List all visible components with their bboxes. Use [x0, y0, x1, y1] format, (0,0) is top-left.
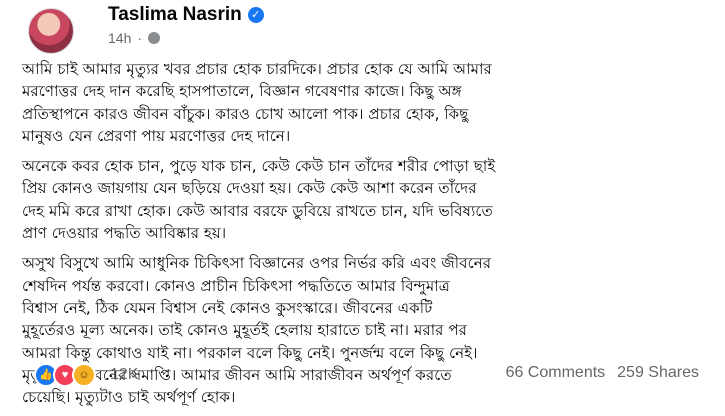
- shares-count[interactable]: 259 Shares: [617, 364, 699, 382]
- post-paragraph: অনেকে কবর হোক চান, পুড়ে যাক চান, কেউ কে…: [22, 155, 710, 244]
- globe-icon: [148, 32, 161, 44]
- dot-separator: ·: [137, 30, 143, 46]
- haha-reaction-icon: ☺: [72, 363, 96, 387]
- comments-count[interactable]: 66 Comments: [506, 364, 606, 382]
- post-line: আমরা কিন্তু কোথাও যাই না। পরকাল বলে কিছু…: [22, 343, 478, 362]
- facebook-post: Taslima Nasrin ✓ 14h · আমি চাই আমার মৃত্…: [0, 0, 725, 406]
- post-line: বিশ্বাস নেই, ঠিক যেমন বিশ্বাস নেই কোনও ক…: [22, 298, 433, 317]
- post-line: দেহ মমি করে রাখা হোক। কেউ আবার বরফে ডুবি…: [22, 201, 493, 220]
- post-line: শেষদিন পর্যন্ত করবো। কোনও প্রাচীন চিকিৎস…: [22, 276, 450, 295]
- post-paragraph: আমি চাই আমার মৃত্যুর খবর প্রচার হোক চারদ…: [22, 58, 710, 147]
- author-row: Taslima Nasrin ✓: [108, 4, 264, 26]
- engagement-stats: 66 Comments 259 Shares: [506, 364, 699, 382]
- post-line: আমি চাই আমার মৃত্যুর খবর প্রচার হোক চারদ…: [22, 60, 492, 78]
- post-line: মানুষও যেন প্রেরণা পায় মরণোত্তর দেহ দান…: [22, 126, 291, 145]
- post-line: প্রতিস্থাপনে কারও জীবন বাঁচুক। কারও চোখ …: [22, 104, 469, 123]
- post-line: মুহূর্তেরও মূল্য অনেক। তাই কোনও মুহূর্তই…: [22, 321, 467, 340]
- post-line: অসুখ বিসুখে আমি আধুনিক চিকিৎসা বিজ্ঞানের…: [22, 254, 492, 273]
- author-name[interactable]: Taslima Nasrin: [108, 4, 242, 26]
- verified-badge-icon: ✓: [247, 7, 264, 23]
- post-line: অনেকে কবর হোক চান, পুড়ে যাক চান, কেউ কে…: [22, 157, 496, 176]
- post-line: প্রাণ দেওয়ার পদ্ধতি আবিষ্কার হয়।: [22, 224, 227, 243]
- reaction-summary[interactable]: 👍 ♥ ☺ 12K: [34, 363, 138, 387]
- post-meta: 14h ·: [108, 30, 161, 46]
- reaction-count[interactable]: 12K: [110, 366, 138, 384]
- post-line: প্রিয় কোনও জায়গায় যেন ছড়িয়ে দেওয়া …: [22, 179, 477, 198]
- post-line: চেয়েছি। মৃত্যুটাও চাই অর্থপূর্ণ হোক।: [22, 388, 236, 407]
- author-avatar[interactable]: [28, 8, 74, 54]
- post-time[interactable]: 14h: [108, 30, 131, 46]
- post-line: মরণোত্তর দেহ দান করেছি হাসপাতালে, বিজ্ঞা…: [22, 82, 462, 101]
